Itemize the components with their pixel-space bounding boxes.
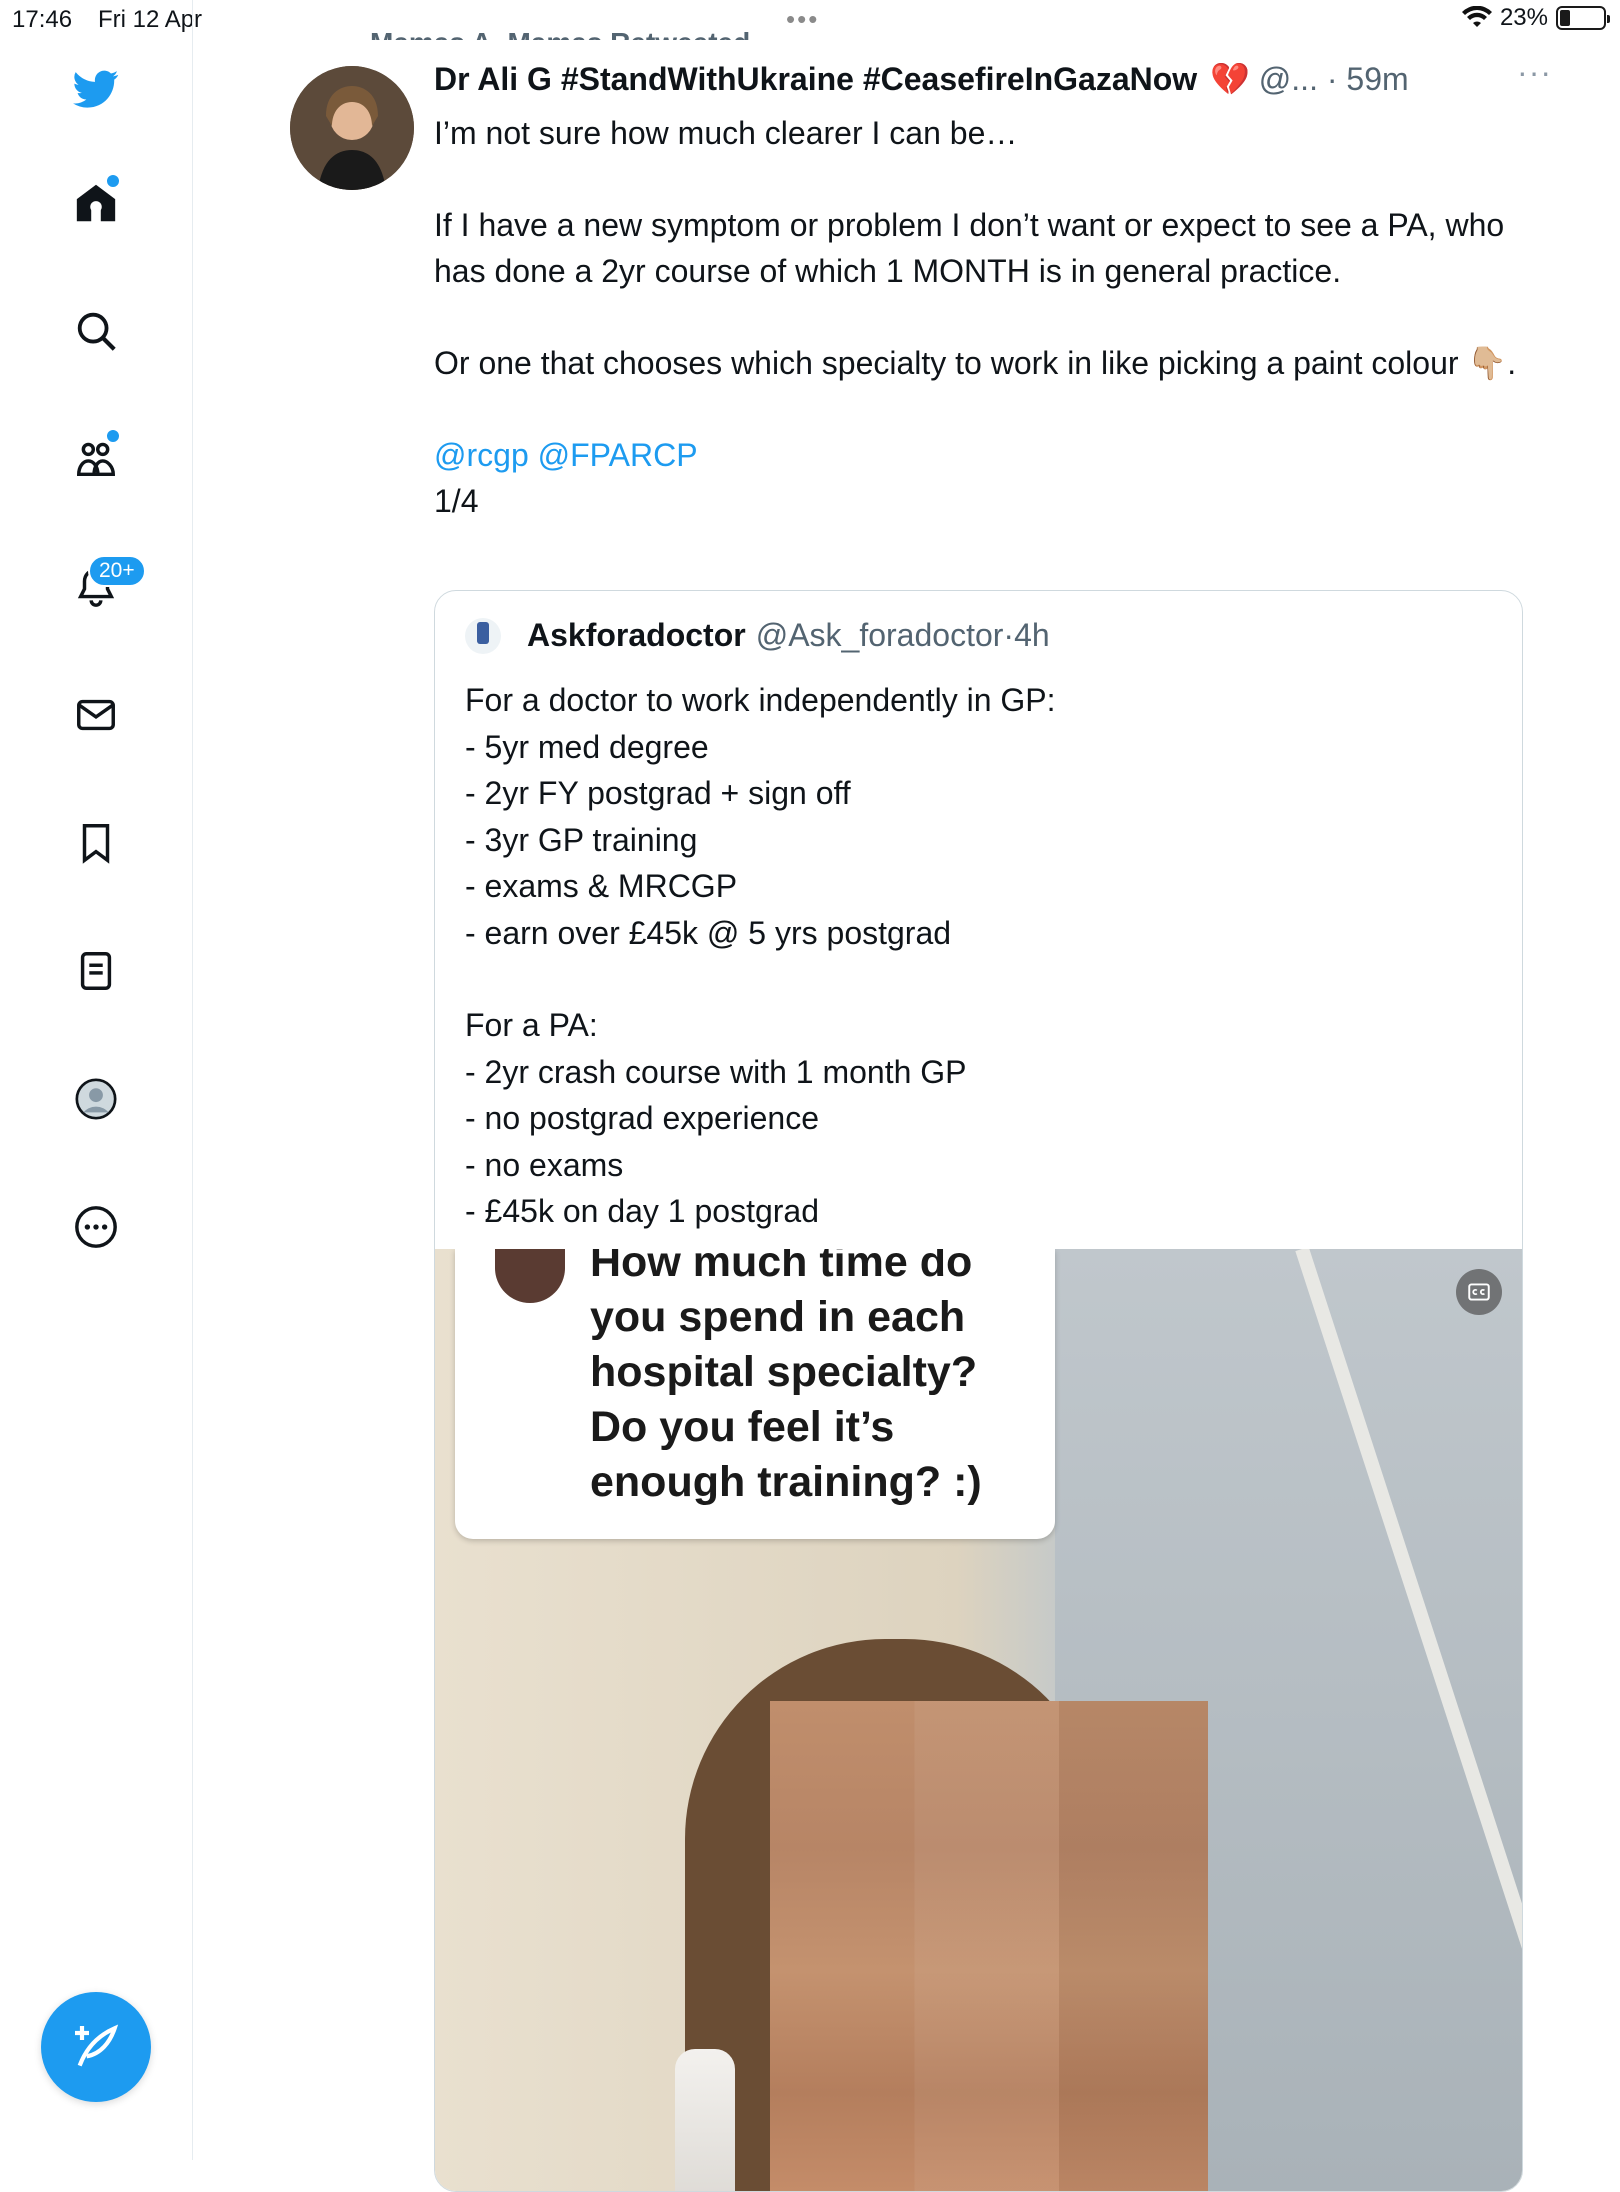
- more-icon[interactable]: [65, 1196, 127, 1258]
- compose-button[interactable]: [41, 1992, 151, 2102]
- video-question-text: How much time do you spend in each hospi…: [590, 1249, 982, 1506]
- tweet-text: I’m not sure how much clearer I can be… …: [434, 110, 1534, 524]
- author-handle[interactable]: @...: [1259, 61, 1318, 97]
- thread-count: 1/4: [434, 483, 479, 519]
- quoted-intro: For a doctor to work independently in GP…: [465, 682, 1056, 718]
- tweet-line: If I have a new symptom or problem I don…: [434, 207, 1505, 289]
- list-item: - earn over £45k @ 5 yrs postgrad: [465, 914, 952, 951]
- list-item: - 3yr GP training: [465, 821, 698, 858]
- quoted-tweet-text: For a doctor to work independently in GP…: [465, 677, 1495, 1235]
- sidebar: 20+: [0, 0, 193, 2160]
- tweet-more-icon[interactable]: ···: [1517, 54, 1552, 91]
- tweet-line: I’m not sure how much clearer I can be…: [434, 115, 1018, 151]
- home-notification-dot: [105, 173, 121, 189]
- tweet-line: Or one that chooses which specialty to w…: [434, 345, 1517, 381]
- pa-intro: For a PA:: [465, 1007, 598, 1043]
- broken-heart-emoji: 💔: [1210, 61, 1250, 97]
- retweet-banner-text: Mamas A. Mamas Retweeted: [370, 27, 750, 40]
- list-item: - 2yr FY postgrad + sign off: [465, 775, 851, 811]
- list-item: - 2yr crash course with 1 month GP: [465, 1053, 967, 1090]
- list-item: - £45k on day 1 postgrad: [465, 1193, 820, 1229]
- battery-percent: 23%: [1499, 4, 1548, 31]
- multitasking-dots-icon[interactable]: •••: [786, 4, 819, 35]
- quoted-author-handle[interactable]: @Ask_foradoctor: [756, 617, 1004, 654]
- messages-icon[interactable]: [65, 684, 127, 746]
- video-question-bubble: How much time do you spend in each hospi…: [455, 1249, 1055, 1539]
- quoted-author-name[interactable]: Askforadoctor: [527, 617, 746, 654]
- list-item: - 5yr med degree: [465, 728, 709, 765]
- pixelated-face: [770, 1701, 1208, 2191]
- list-item: - no postgrad experience: [465, 1100, 819, 1136]
- author-avatar[interactable]: [290, 66, 414, 190]
- question-avatar: [495, 1249, 565, 1303]
- closed-captions-icon[interactable]: [1456, 1269, 1502, 1315]
- tweet-header: Dr Ali G #StandWithUkraine #CeasefireInG…: [434, 54, 1574, 98]
- communities-notification-dot: [105, 428, 121, 444]
- status-bar: 17:46 Fri 12 Apr ••• 23%: [0, 0, 1620, 40]
- tweet-mentions-link[interactable]: @rcgp @FPARCP: [434, 432, 1534, 478]
- quoted-author-avatar[interactable]: [465, 617, 501, 654]
- notifications-badge: 20+: [88, 555, 146, 587]
- list-item: - no exams: [465, 1146, 624, 1183]
- battery-fill: [1560, 10, 1570, 26]
- twitter-logo-icon[interactable]: [65, 58, 127, 120]
- battery-icon: [1556, 6, 1610, 30]
- quoted-video-thumbnail[interactable]: How much time do you spend in each hospi…: [435, 1249, 1522, 2191]
- tweet-time[interactable]: 59m: [1346, 61, 1408, 97]
- quoted-tweet-header: Askforadoctor @Ask_foradoctor · 4h: [465, 617, 1050, 654]
- bookmarks-icon[interactable]: [65, 812, 127, 874]
- quoted-separator: ·: [1003, 617, 1015, 653]
- status-right: 23%: [1461, 4, 1610, 32]
- lists-icon[interactable]: [65, 940, 127, 1002]
- list-item: - exams & MRCGP: [465, 868, 738, 904]
- compose-feather-icon: [75, 2024, 119, 2067]
- quoted-tweet-time[interactable]: 4h: [1014, 617, 1050, 654]
- wifi-icon: [1461, 6, 1492, 27]
- profile-icon[interactable]: [65, 1068, 127, 1130]
- header-separator: ·: [1326, 61, 1338, 97]
- search-icon[interactable]: [65, 300, 127, 362]
- retweet-banner[interactable]: Mamas A. Mamas Retweeted: [370, 20, 750, 40]
- author-name[interactable]: Dr Ali G #StandWithUkraine #CeasefireInG…: [434, 61, 1197, 97]
- quoted-tweet[interactable]: Askforadoctor @Ask_foradoctor · 4h For a…: [434, 590, 1523, 2192]
